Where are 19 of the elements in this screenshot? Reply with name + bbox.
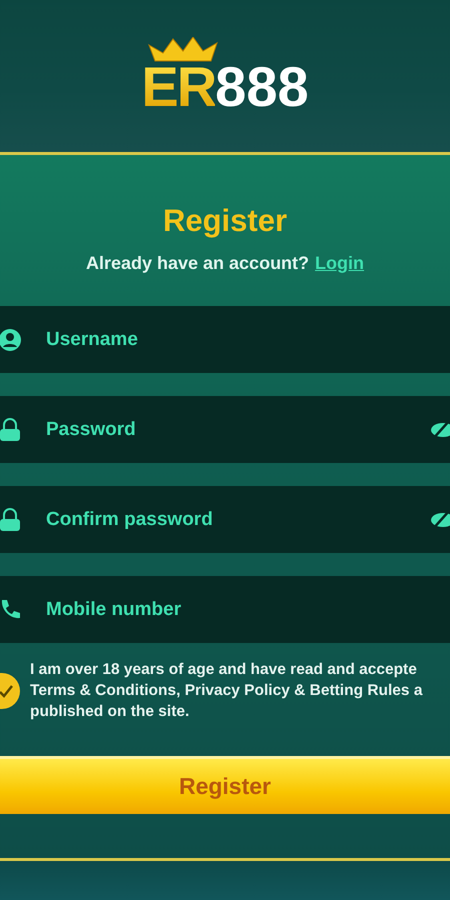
input-field[interactable]: Mobile number (44, 598, 450, 622)
text-field[interactable]: Mobile number (0, 576, 450, 643)
login-link[interactable]: Login (315, 253, 364, 274)
text-field[interactable]: Confirm password (0, 486, 450, 553)
user-icon (0, 328, 22, 352)
check-icon (0, 684, 14, 698)
logo-text: 888 (215, 59, 309, 115)
text-field[interactable]: Username (0, 306, 450, 373)
checkbox[interactable] (0, 672, 20, 708)
input-field[interactable]: Password (44, 418, 408, 442)
input-field[interactable]: Confirm password (44, 508, 408, 532)
form-title: Register (162, 203, 288, 239)
login-prompt: Already have an account? (86, 253, 310, 274)
register-button[interactable]: Register (0, 756, 450, 814)
lock-icon (0, 508, 22, 532)
text-field[interactable]: Password (0, 396, 450, 463)
lock-icon (0, 418, 22, 442)
agreement-text: I am over 18 years of age and have read and accepte Terms & Conditions, Privacy Policy & Betting Rules a published on the site. (30, 660, 422, 722)
input-field[interactable]: Username (44, 328, 450, 352)
